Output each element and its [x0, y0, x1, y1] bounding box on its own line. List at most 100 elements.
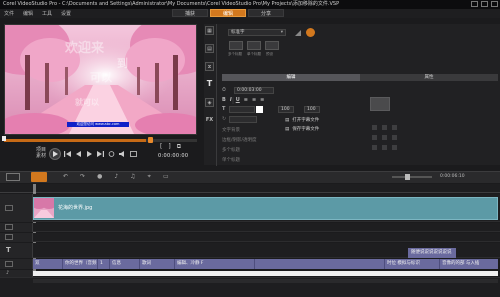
- instant-project-icon[interactable]: ▤: [205, 44, 214, 53]
- preview-window[interactable]: 欢迎来 到 可以 就可以 欢迎您访问 www.abc.com: [4, 24, 197, 135]
- scrubber-playhead[interactable]: [148, 137, 153, 143]
- menu-file[interactable]: 文件: [4, 10, 14, 17]
- step-capture[interactable]: 捕获: [172, 9, 209, 17]
- go-to-start-icon[interactable]: [64, 151, 71, 157]
- subtitle-segment[interactable]: 信息: [110, 259, 140, 269]
- font-family-select[interactable]: [229, 106, 255, 113]
- help-icon[interactable]: [306, 28, 315, 37]
- subtitle-segment[interactable]: 双: [33, 259, 63, 269]
- rotation-field[interactable]: [229, 116, 257, 123]
- background-color-picker[interactable]: [370, 97, 390, 111]
- align-cell[interactable]: [372, 145, 377, 150]
- align-cell[interactable]: [372, 135, 377, 140]
- align-cell[interactable]: [392, 135, 397, 140]
- preset-thumbnails: [229, 41, 279, 50]
- mark-in-icon[interactable]: [: [160, 143, 162, 151]
- align-cell[interactable]: [382, 125, 387, 130]
- overlay-track-icon[interactable]: [5, 224, 13, 230]
- step-share[interactable]: 分享: [248, 9, 285, 17]
- auto-music-icon[interactable]: ♫: [130, 173, 135, 181]
- subtitle-segment[interactable]: 歌词: [140, 259, 175, 269]
- graphic-icon[interactable]: ◈: [205, 98, 214, 107]
- menu-tools[interactable]: 工具: [42, 10, 52, 17]
- menu-settings[interactable]: 设置: [61, 10, 71, 17]
- zoom-slider[interactable]: [392, 176, 432, 178]
- motion-tracking-icon[interactable]: ⌖: [148, 173, 151, 181]
- zoom-slider-thumb[interactable]: [405, 174, 410, 180]
- overlay-track-2-icon[interactable]: [5, 234, 13, 240]
- go-to-end-icon[interactable]: [97, 151, 104, 157]
- align-cell[interactable]: [382, 135, 387, 140]
- title-clip[interactable]: 随便说说说说说说说: [408, 248, 456, 258]
- line-spacing-value: 100: [307, 107, 316, 112]
- preset-thumb-2[interactable]: [247, 41, 261, 50]
- step-edit[interactable]: 编辑: [210, 9, 247, 17]
- transition-icon[interactable]: ⧖: [205, 62, 214, 71]
- redo-icon[interactable]: ↷: [80, 173, 85, 181]
- title-icon[interactable]: T: [205, 80, 214, 89]
- sound-mixer-icon[interactable]: ♪: [114, 173, 118, 181]
- save-subtitle-label: 保存字幕文件: [292, 127, 320, 132]
- preset-thumb-3[interactable]: [265, 41, 279, 50]
- timecode-display[interactable]: 0:00:00:00: [158, 153, 188, 159]
- subtitle-segment[interactable]: 时位 模拟与标识: [385, 259, 440, 269]
- bold-icon[interactable]: B: [222, 97, 226, 103]
- scrubber-start-handle[interactable]: [2, 136, 6, 141]
- subtitle-segment[interactable]: [255, 259, 385, 269]
- music-track-icon[interactable]: ♪: [6, 270, 9, 276]
- tab-attributes[interactable]: 属性: [360, 74, 498, 81]
- filter-fx-icon[interactable]: FX: [205, 116, 214, 125]
- title-style-select[interactable]: 标准字 ▾: [228, 29, 286, 36]
- timeline-scrollbar[interactable]: [33, 279, 498, 283]
- timeline-view-button[interactable]: [31, 172, 47, 182]
- mark-out-icon[interactable]: ]: [168, 143, 170, 151]
- open-subtitle-link[interactable]: ▤ 打开字幕文件: [285, 117, 319, 124]
- preview-mode-toggle[interactable]: 项目 素材: [36, 147, 46, 159]
- subtitle-segment[interactable]: 你的世界（音频: [63, 259, 98, 269]
- close-icon[interactable]: [491, 1, 498, 7]
- title-track-icon[interactable]: T: [6, 246, 11, 254]
- minimize-icon[interactable]: [471, 1, 478, 7]
- menu-edit[interactable]: 编辑: [23, 10, 33, 17]
- align-cell[interactable]: [392, 145, 397, 150]
- font-size-field[interactable]: 100: [278, 106, 294, 113]
- subtitle-track-icon[interactable]: [5, 261, 13, 267]
- music-track-clip[interactable]: [33, 271, 498, 276]
- font-color-swatch[interactable]: [256, 106, 263, 113]
- panel-divider: [216, 24, 217, 166]
- video-clip[interactable]: [33, 197, 498, 220]
- line-spacing-field[interactable]: 100: [304, 106, 320, 113]
- subtitle-editor-icon[interactable]: ▭: [163, 173, 169, 181]
- mode-clip[interactable]: 素材: [36, 153, 46, 159]
- previous-frame-icon[interactable]: [75, 151, 82, 157]
- align-cell[interactable]: [382, 145, 387, 150]
- media-library-icon[interactable]: ▦: [205, 26, 214, 35]
- subtitle-track[interactable]: 双 你的世界（音频 1 信息 歌词 编辑、冷静 F 时位 模拟与标识 音像的的部…: [33, 259, 498, 269]
- maximize-icon[interactable]: [481, 1, 488, 7]
- preview-caption[interactable]: 欢迎您访问 www.abc.com: [67, 122, 129, 127]
- subtitle-segment[interactable]: 音像的的部 与入插: [440, 259, 498, 269]
- undo-icon[interactable]: ↶: [63, 173, 68, 181]
- next-frame-icon[interactable]: [86, 151, 93, 157]
- split-clip-icon[interactable]: ⧉: [177, 143, 181, 151]
- repeat-icon[interactable]: [108, 151, 115, 157]
- play-button[interactable]: [49, 148, 61, 160]
- watermark-line-1: 欢迎来: [65, 41, 105, 56]
- subtitle-segment[interactable]: 1: [98, 259, 110, 269]
- align-cell[interactable]: [372, 125, 377, 130]
- timeline-duration: 0:00:06:10: [440, 174, 465, 179]
- volume-icon[interactable]: [119, 151, 126, 157]
- storyboard-view-icon[interactable]: [6, 173, 20, 181]
- video-track-icon[interactable]: [5, 205, 13, 211]
- record-capture-icon[interactable]: ●: [97, 173, 102, 181]
- timeline-ruler[interactable]: [34, 185, 500, 193]
- save-subtitle-link[interactable]: ▤ 保存字幕文件: [285, 126, 320, 133]
- align-cell[interactable]: [392, 125, 397, 130]
- subtitle-segment[interactable]: 编辑、冷静 F: [175, 259, 255, 269]
- duration-field[interactable]: 0:00:03:00: [234, 87, 274, 94]
- tab-edit[interactable]: 编辑: [222, 74, 360, 81]
- save-file-icon: ▤: [285, 126, 290, 132]
- preset-thumb-1[interactable]: [229, 41, 243, 50]
- fullscreen-icon[interactable]: [130, 151, 137, 157]
- add-to-favorites-icon[interactable]: [294, 29, 302, 37]
